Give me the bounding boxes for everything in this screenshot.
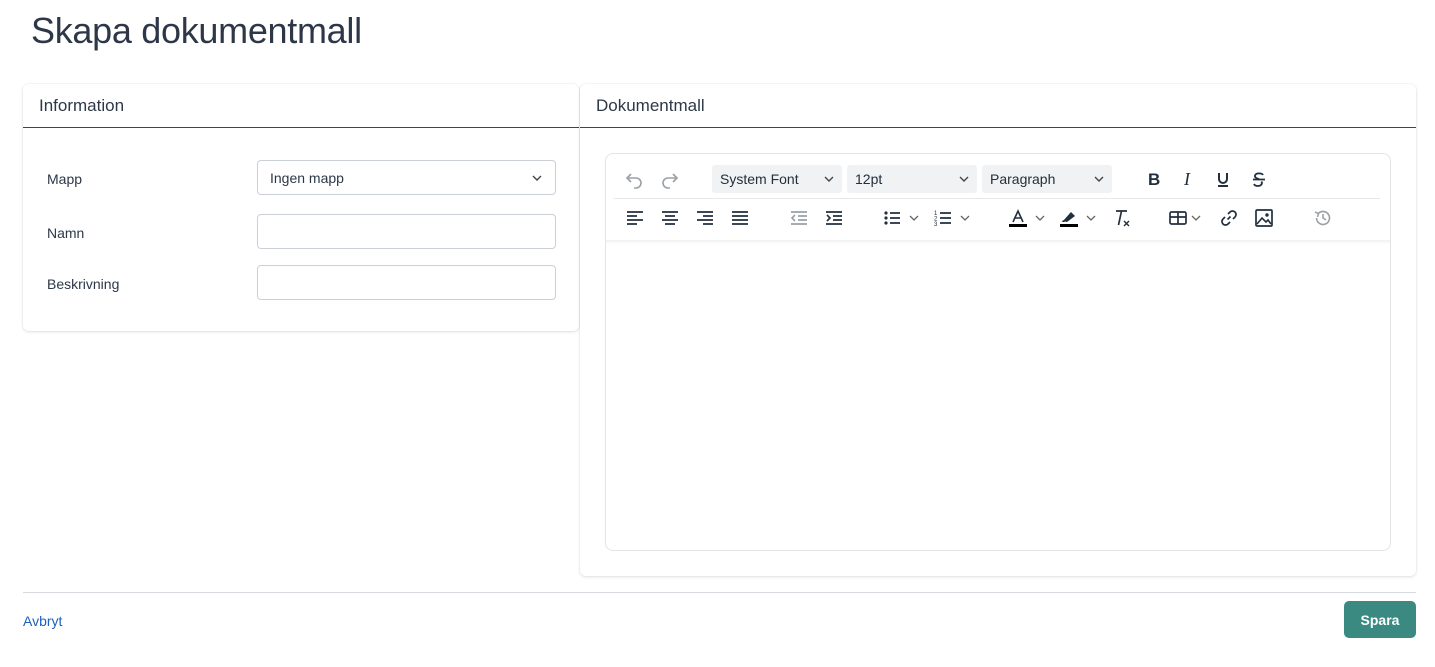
footer-divider	[23, 592, 1416, 593]
bold-icon: B	[1148, 170, 1160, 189]
block-format-value: Paragraph	[990, 171, 1056, 187]
undo-icon	[625, 173, 642, 189]
rich-text-editor: System Font 12pt Paragraph B I 1 2 3	[605, 153, 1391, 551]
block-format-select[interactable]: Paragraph	[982, 165, 1112, 193]
chevron-down-icon	[959, 176, 969, 182]
bullet-list-button[interactable]	[878, 204, 926, 232]
chevron-down-icon	[909, 215, 919, 221]
bold-button[interactable]: B	[1138, 165, 1170, 193]
indent-icon	[826, 211, 842, 225]
clear-formatting-button[interactable]	[1106, 204, 1138, 232]
font-size-select[interactable]: 12pt	[847, 165, 977, 193]
align-center-icon	[662, 211, 678, 225]
font-family-select[interactable]: System Font	[712, 165, 842, 193]
chevron-down-icon	[1094, 176, 1104, 182]
align-right-button[interactable]	[689, 204, 721, 232]
svg-text:I: I	[1183, 169, 1191, 189]
redo-button[interactable]	[654, 165, 686, 193]
numbered-list-icon: 123	[934, 211, 951, 228]
redo-icon	[662, 173, 679, 189]
underline-icon	[1218, 173, 1228, 187]
align-left-button[interactable]	[619, 204, 651, 232]
align-left-icon	[627, 211, 643, 225]
history-icon	[1314, 210, 1331, 226]
document-template-card-header: Dokumentmall	[580, 84, 1416, 128]
numbered-list-button[interactable]: 123	[929, 204, 977, 232]
strikethrough-icon	[1253, 172, 1265, 187]
cancel-link[interactable]: Avbryt	[23, 613, 62, 629]
text-color-icon	[1009, 209, 1027, 227]
editor-content-area[interactable]	[606, 242, 1390, 550]
information-card: Information Mapp Ingen mapp Namn Beskriv…	[23, 84, 579, 331]
outdent-button[interactable]	[783, 204, 815, 232]
name-input[interactable]	[257, 214, 556, 249]
italic-icon: I	[1183, 169, 1191, 189]
description-input[interactable]	[257, 265, 556, 300]
chevron-down-icon	[1035, 215, 1045, 221]
editor-toolbar-row-1: System Font 12pt Paragraph B I	[606, 159, 1390, 199]
highlight-color-button[interactable]	[1055, 204, 1103, 232]
folder-select[interactable]: Ingen mapp	[257, 160, 556, 195]
strikethrough-button[interactable]	[1243, 165, 1275, 193]
svg-text:3: 3	[934, 222, 938, 228]
text-color-button[interactable]	[1004, 204, 1052, 232]
folder-label: Mapp	[47, 171, 83, 187]
description-label: Beskrivning	[47, 276, 120, 292]
chevron-down-icon	[1086, 215, 1096, 221]
highlight-color-icon	[1060, 212, 1078, 227]
chevron-down-icon	[824, 176, 834, 182]
page-title: Skapa dokumentmall	[31, 10, 362, 51]
editor-toolbar-row-2: 123	[606, 198, 1390, 238]
save-button[interactable]: Spara	[1344, 601, 1416, 638]
align-center-button[interactable]	[654, 204, 686, 232]
folder-select-value: Ingen mapp	[270, 169, 344, 186]
chevron-down-icon	[1191, 215, 1201, 221]
image-icon	[1255, 209, 1273, 227]
font-family-value: System Font	[720, 171, 799, 187]
align-justify-button[interactable]	[724, 204, 756, 232]
information-card-header: Information	[23, 84, 579, 128]
image-button[interactable]	[1248, 204, 1280, 232]
table-icon	[1169, 211, 1187, 225]
indent-button[interactable]	[818, 204, 850, 232]
underline-button[interactable]	[1207, 165, 1239, 193]
align-justify-icon	[732, 211, 748, 225]
italic-button[interactable]: I	[1173, 165, 1205, 193]
font-size-value: 12pt	[855, 171, 883, 187]
svg-text:B: B	[1148, 170, 1160, 189]
outdent-icon	[790, 211, 807, 225]
chevron-down-icon	[532, 175, 542, 181]
document-template-card: Dokumentmall System Font 12pt Paragraph	[580, 84, 1416, 576]
history-button[interactable]	[1307, 204, 1339, 232]
link-icon	[1221, 210, 1237, 226]
undo-button[interactable]	[618, 165, 650, 193]
bullet-list-icon	[884, 211, 900, 225]
clear-formatting-icon	[1116, 210, 1130, 227]
table-button[interactable]	[1164, 204, 1204, 232]
align-right-icon	[697, 211, 713, 225]
chevron-down-icon	[960, 215, 970, 221]
name-label: Namn	[47, 225, 85, 241]
link-button[interactable]	[1213, 204, 1245, 232]
